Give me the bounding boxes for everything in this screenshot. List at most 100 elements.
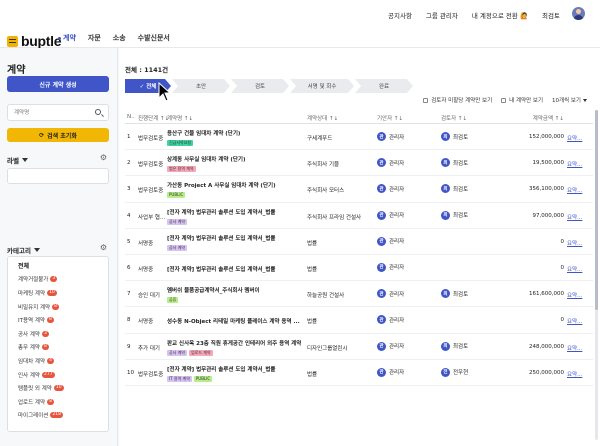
row-stage: 법무검토중: [138, 162, 164, 169]
notice-link[interactable]: 공지사항: [388, 10, 412, 20]
summary-link[interactable]: 요약...: [567, 160, 591, 168]
category-item[interactable]: 마이그레이션 218: [8, 409, 108, 423]
summary-link[interactable]: 요약...: [567, 344, 591, 352]
summary-link[interactable]: 요약...: [567, 213, 591, 221]
unassigned-filter[interactable]: 검토자 미할당 계약만 보기: [423, 96, 492, 104]
contract-title[interactable]: 판교 신사옥 23층 직원 휴게공간 인테리어 외주 용역 계약: [167, 339, 301, 347]
row-contract-name[interactable]: 상계동 사무실 임대차 계약 (단기) 법은 용역 계약: [167, 155, 301, 173]
step-complete[interactable]: 완료: [355, 79, 413, 93]
contract-title[interactable]: 상계동 사무실 임대차 계약 (단기): [167, 155, 301, 163]
category-settings-gear-icon[interactable]: ⚙: [100, 243, 107, 252]
group-admin-link[interactable]: 그룹 관리자: [426, 10, 458, 20]
switch-account-link[interactable]: 내 계정으로 전환 🙋: [472, 10, 528, 20]
category-item[interactable]: 템플릿 외 계약 10: [8, 381, 108, 395]
table-row[interactable]: 10 법무검토중 [전자 계약] 법무관리 솔루션 도입 계약서_법률 IT 용역 계…: [125, 360, 593, 386]
step-review[interactable]: 검토: [231, 79, 289, 93]
col-stage[interactable]: 진행단계 ↑↓: [138, 114, 168, 122]
contract-title[interactable]: 멤버쉬 물품공급계약서_주식회사 멤버이: [167, 286, 301, 294]
contract-title[interactable]: 가산동 Project A 사무실 임대차 계약 (단기): [167, 181, 301, 189]
scrollbar-thumb[interactable]: [595, 110, 598, 310]
search-input[interactable]: [8, 105, 88, 120]
contract-title[interactable]: [전자 계약] 법무관리 솔루션 도입 계약서_법률: [167, 365, 301, 373]
tag-badge: 공사 계약: [167, 244, 187, 251]
row-contract-name[interactable]: 성수동 N-Object 리테일 마케팅 플레이스 계약 용역 ...: [167, 317, 301, 325]
table-row[interactable]: 3 법무검토중 가산동 Project A 사무실 임대차 계약 (단기) PUBLI…: [125, 176, 593, 203]
contract-title[interactable]: 성수동 N-Object 리테일 마케팅 플레이스 계약 용역 ...: [167, 317, 301, 325]
table-row[interactable]: 8 서명중 성수동 N-Object 리테일 마케팅 플레이스 계약 용역 ... 법…: [125, 307, 593, 334]
search-icon[interactable]: [95, 109, 101, 115]
category-item[interactable]: 전체: [8, 259, 108, 273]
summary-link[interactable]: 요약...: [567, 186, 591, 194]
avatar[interactable]: [572, 7, 585, 20]
category-item[interactable]: 인사 계약 277: [8, 368, 108, 382]
creator-avatar: 관: [377, 341, 386, 351]
category-item[interactable]: 계약거절불가 3: [8, 273, 108, 287]
mine-filter[interactable]: 내 계약만 보기: [501, 96, 543, 104]
summary-link[interactable]: 요약...: [567, 370, 591, 378]
tag-badge: 긴급서약요청: [167, 140, 194, 146]
table-row[interactable]: 1 법무검토중 용산구 건물 임대차 계약 (단기) 긴급서약요청 구세계푸드 관 관리자 최…: [125, 124, 593, 151]
step-draft[interactable]: 초안: [172, 79, 230, 93]
contract-title[interactable]: [전자 계약] 법무관리 솔루션 도입 계약서_법률: [167, 234, 301, 242]
category-item[interactable]: 공사 계약 3: [8, 327, 108, 341]
category-item[interactable]: IT용역 계약 8: [8, 313, 108, 327]
row-contract-name[interactable]: [전자 계약] 법무관리 솔루션 도입 계약서_법률 IT 용역 계약 PUBLIC: [167, 365, 301, 382]
col-no[interactable]: N..: [127, 114, 135, 120]
step-sign[interactable]: 서명 및 회수: [290, 79, 354, 93]
checkbox-icon[interactable]: [501, 98, 507, 103]
user-name[interactable]: 최검토: [542, 10, 560, 20]
new-contract-button[interactable]: 신규 계약 생성: [7, 76, 109, 92]
row-contract-name[interactable]: [전자 계약] 법무관리 솔루션 도입 계약서_법률공사 계약: [167, 234, 301, 251]
checkbox-icon[interactable]: [423, 98, 429, 103]
col-creator[interactable]: 기안자 ↑↓: [377, 114, 447, 122]
table-row[interactable]: 9 추가 대기 판교 신사옥 23층 직원 휴게공간 인테리어 외주 용역 계약 공사…: [125, 334, 593, 360]
table-row[interactable]: 7 승인 대기 멤버쉬 물품공급계약서_주식회사 멤버이 공휴 하늘공원 건설사 관 관리자…: [125, 281, 593, 308]
row-stage: 서명중: [138, 266, 154, 273]
category-item[interactable]: 마케팅 계약 10: [8, 286, 108, 300]
summary-link[interactable]: 요약...: [567, 317, 591, 325]
category-item[interactable]: 업로드 계약 8: [8, 395, 108, 409]
col-party[interactable]: 계약상대 ↑↓: [307, 114, 375, 122]
row-contract-name[interactable]: [전자 계약] 법무관리 솔루션 도입 계약서_법률: [167, 265, 301, 273]
row-contract-name[interactable]: [전자 계약] 법무관리 솔루션 도입 계약서_법률 공사 계약: [167, 208, 301, 225]
category-item[interactable]: 임대차 계약 4: [8, 354, 108, 368]
table-row[interactable]: 4 사업부 협... [전자 계약] 법무관리 솔루션 도입 계약서_법률 공사 계약…: [125, 203, 593, 229]
creator-avatar: 관: [377, 289, 386, 299]
label-settings-gear-icon[interactable]: ⚙: [100, 153, 107, 162]
vertical-scrollbar[interactable]: [595, 110, 598, 440]
row-contract-name[interactable]: 판교 신사옥 23층 직원 휴게공간 인테리어 외주 용역 계약 공사 계약 업로드…: [167, 339, 301, 356]
label-select[interactable]: [7, 168, 109, 184]
mine-filter-label: 내 계약만 보기: [509, 98, 543, 104]
summary-link[interactable]: 요약...: [567, 134, 591, 142]
reviewer-avatar: 최: [441, 210, 450, 220]
reviewer-name: 최검토: [453, 291, 469, 298]
table-row[interactable]: 2 법무검토중 상계동 사무실 임대차 계약 (단기) 법은 용역 계약 주식회사 기블…: [125, 150, 593, 177]
category-item[interactable]: 비밀유지 계약 8: [8, 300, 108, 314]
logo[interactable]: buptle: [7, 33, 62, 49]
row-party: 구세계푸드: [307, 136, 333, 142]
contract-table: N.. 진행단계 ↑↓ 계약명 ↑↓ 계약상대 ↑↓ 기안자 ↑↓ 검토자 ↑↓…: [125, 110, 593, 386]
category-count-badge: 8: [47, 398, 54, 405]
contract-title[interactable]: 용산구 건물 임대차 계약 (단기): [167, 129, 301, 137]
reset-search-button[interactable]: ⟳ 검색 초기화: [7, 128, 109, 142]
row-stage: 서명중: [138, 240, 154, 247]
col-reviewer[interactable]: 검토자 ↑↓: [441, 114, 511, 122]
table-row[interactable]: 5 서명중 [전자 계약] 법무관리 솔루션 도입 계약서_법률 공사 계약 법률 관 관리…: [125, 229, 593, 255]
filter-icon[interactable]: [21, 158, 28, 162]
table-row[interactable]: 6 서명중 [전자 계약] 법무관리 솔루션 도입 계약서_법률 법률 관 관리자 0 요약.…: [125, 255, 593, 282]
contract-title[interactable]: [전자 계약] 법무관리 솔루션 도입 계약서_법률: [167, 265, 301, 273]
category-item[interactable]: 총무 계약 8: [8, 341, 108, 355]
summary-link[interactable]: 요약...: [567, 239, 591, 247]
filter-icon[interactable]: [33, 248, 40, 252]
summary-link[interactable]: 요약...: [567, 291, 591, 299]
row-contract-name[interactable]: 용산구 건물 임대차 계약 (단기) 긴급서약요청: [167, 129, 301, 146]
row-contract-name[interactable]: 멤버쉬 물품공급계약서_주식회사 멤버이 공휴: [167, 286, 301, 304]
creator-name: 관리자: [389, 213, 405, 220]
reviewer-name: 최검토: [453, 134, 469, 141]
page-size-select[interactable]: 10개씩 보기: [552, 96, 587, 104]
summary-link[interactable]: 요약...: [567, 265, 591, 273]
col-amount[interactable]: 계약금액 ↑↓: [509, 114, 564, 122]
contract-title[interactable]: [전자 계약] 법무관리 솔루션 도입 계약서_법률: [167, 208, 301, 216]
col-name[interactable]: 계약명 ↑↓: [167, 114, 299, 122]
row-contract-name[interactable]: 가산동 Project A 사무실 임대차 계약 (단기) PUBLIC: [167, 181, 301, 199]
